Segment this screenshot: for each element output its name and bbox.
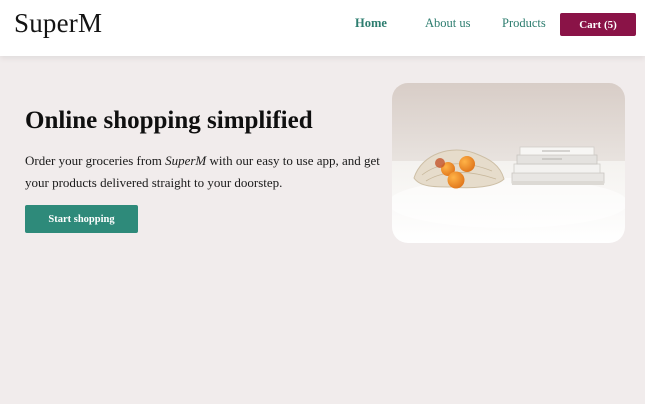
hero-brand-name: SuperM	[165, 153, 207, 168]
navbar: SuperM Home About us Products Cart (5)	[0, 0, 645, 56]
start-shopping-button[interactable]: Start shopping	[25, 205, 138, 233]
cart-button[interactable]: Cart (5)	[560, 13, 636, 36]
hero-text-start: Order your groceries from	[25, 153, 166, 168]
nav-home-link[interactable]: Home	[355, 16, 387, 31]
nav-products-link[interactable]: Products	[502, 16, 546, 31]
logo[interactable]: SuperM	[14, 8, 102, 39]
hero-description: Order your groceries from SuperM with ou…	[25, 150, 390, 194]
hero-title: Online shopping simplified	[25, 107, 313, 134]
nav-about-link[interactable]: About us	[425, 16, 471, 31]
groceries-photo-illustration	[392, 83, 625, 243]
groceries-photo	[392, 83, 625, 243]
